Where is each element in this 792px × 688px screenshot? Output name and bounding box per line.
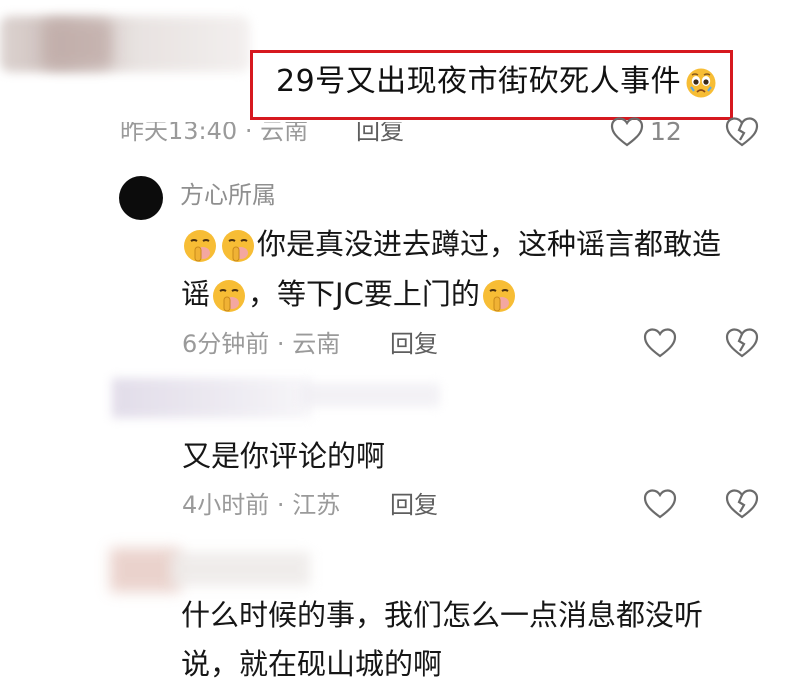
blurred-avatar-name bbox=[0, 16, 250, 72]
heart-outline-icon bbox=[610, 117, 644, 147]
pleading-face-emoji-icon bbox=[685, 67, 717, 99]
reply-button[interactable]: 回复 bbox=[390, 490, 438, 520]
comment-time: 4小时前 bbox=[182, 491, 270, 519]
dislike-button[interactable] bbox=[725, 327, 759, 359]
blurred-avatar bbox=[42, 20, 112, 68]
highlighted-comment-text: 29号又出现夜市街砍死人事件 bbox=[276, 62, 717, 102]
comment-location: 江苏 bbox=[292, 491, 341, 519]
broken-heart-icon bbox=[725, 489, 759, 519]
comment-3-line-1: 什么时候的事，我们怎么一点消息都没听 bbox=[181, 598, 704, 632]
dislike-button[interactable] bbox=[725, 116, 759, 148]
blurred-username bbox=[170, 552, 310, 586]
like-button[interactable] bbox=[610, 116, 644, 148]
broken-heart-icon bbox=[725, 328, 759, 358]
heart-outline-icon bbox=[643, 328, 677, 358]
comment-2-meta: 4小时前 · 江苏 bbox=[182, 490, 340, 520]
blurred-username bbox=[112, 378, 312, 418]
like-button[interactable] bbox=[643, 488, 677, 520]
blurred-username bbox=[300, 383, 440, 407]
like-button[interactable] bbox=[643, 327, 677, 359]
shushing-face-emoji-icon bbox=[219, 227, 257, 265]
comment-1-line-1: 你是真没进去蹲过，这种谣言都敢造 bbox=[181, 220, 721, 268]
comment-top-text: 29号又出现夜市街砍死人事件 bbox=[276, 64, 682, 99]
comment-1-meta: 6分钟前 · 云南 bbox=[182, 329, 340, 359]
comment-1-line-2: 谣 ，等下JC要上门的 bbox=[181, 270, 518, 318]
username[interactable]: 方心所属 bbox=[180, 180, 276, 210]
broken-heart-icon bbox=[725, 117, 759, 147]
comment-location: 云南 bbox=[260, 117, 309, 145]
dislike-button[interactable] bbox=[725, 488, 759, 520]
shushing-face-emoji-icon bbox=[181, 227, 219, 265]
reply-button[interactable]: 回复 bbox=[390, 329, 438, 359]
comment-time: 6分钟前 bbox=[182, 330, 270, 358]
heart-outline-icon bbox=[643, 489, 677, 519]
shushing-face-emoji-icon bbox=[210, 277, 248, 315]
comment-3-line-2: 说，就在砚山城的啊 bbox=[181, 647, 443, 681]
meta-separator: · bbox=[276, 491, 285, 519]
comment-location: 云南 bbox=[292, 330, 341, 358]
shushing-face-emoji-icon bbox=[480, 277, 518, 315]
comment-1-text-2a: 谣 bbox=[181, 277, 211, 311]
like-count: 12 bbox=[650, 117, 682, 146]
reply-button[interactable]: 回复 bbox=[356, 122, 404, 146]
comment-time: 昨天13:40 bbox=[120, 117, 238, 145]
avatar[interactable] bbox=[119, 176, 163, 220]
comment-1-text-1: 你是真没进去蹲过，这种谣言都敢造 bbox=[257, 227, 722, 261]
meta-separator: · bbox=[276, 330, 285, 358]
meta-separator: · bbox=[244, 117, 253, 145]
comment-top-meta: 昨天13:40 · 云南 bbox=[120, 117, 309, 146]
comment-2-text: 又是你评论的啊 bbox=[182, 439, 386, 473]
comment-1-text-2b: ，等下JC要上门的 bbox=[248, 277, 480, 311]
